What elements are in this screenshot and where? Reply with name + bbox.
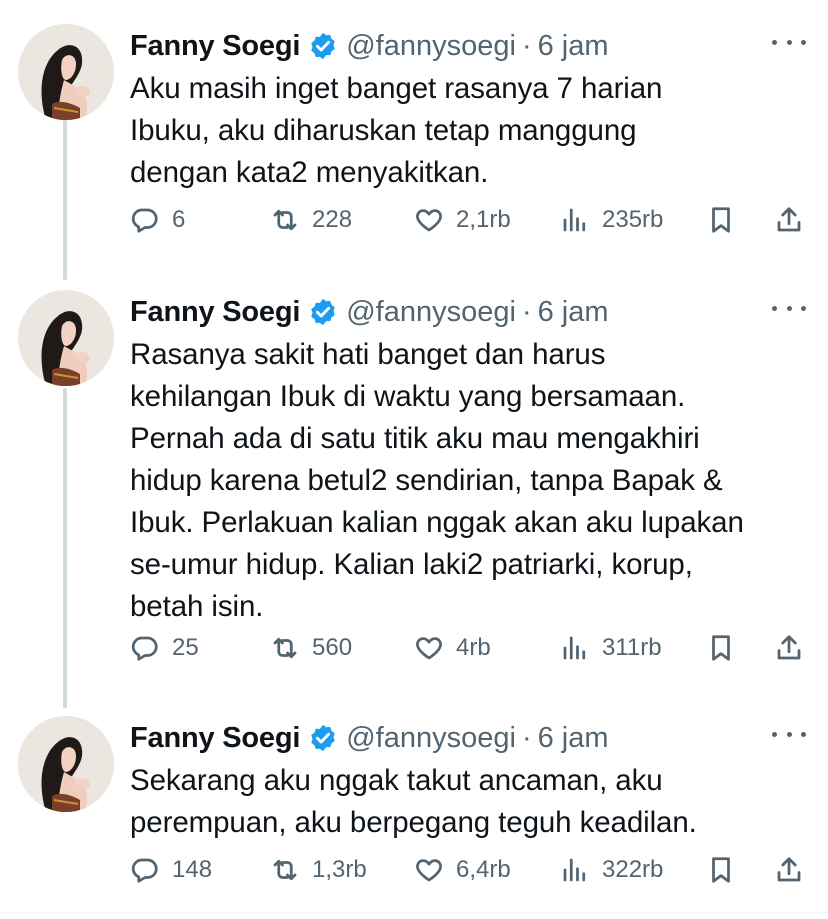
tweet-text: Sekarang aku nggak takut ancaman, aku pe… xyxy=(130,764,697,839)
like-icon xyxy=(416,859,442,882)
verified-badge-icon xyxy=(308,297,338,327)
retweet-button[interactable]: 1,3rb xyxy=(270,850,367,890)
reply-button[interactable]: 6 xyxy=(130,200,185,240)
reply-button[interactable]: 25 xyxy=(130,628,199,668)
divider xyxy=(0,912,828,913)
display-name[interactable]: Fanny Soegi xyxy=(130,30,300,63)
timestamp[interactable]: 6 jam xyxy=(538,30,609,63)
separator-dot: · xyxy=(521,295,532,328)
avatar[interactable] xyxy=(18,716,114,812)
views-button[interactable]: 322rb xyxy=(560,850,663,890)
share-icon xyxy=(777,857,801,882)
retweet-count: 1,3rb xyxy=(312,856,367,883)
handle[interactable]: @fannysoegi xyxy=(346,722,516,755)
bookmark-icon xyxy=(712,857,730,883)
share-icon xyxy=(777,635,801,660)
retweet-icon xyxy=(273,209,297,231)
retweet-count: 228 xyxy=(312,206,353,233)
tweet[interactable]: Fanny Soegi @fannysoegi · 6 jam Aku masi… xyxy=(0,24,828,254)
views-icon xyxy=(563,636,586,660)
share-button[interactable] xyxy=(774,628,804,668)
share-button[interactable] xyxy=(774,200,804,240)
tweet[interactable]: Fanny Soegi @fannysoegi · 6 jam Sekarang… xyxy=(0,716,828,906)
like-icon xyxy=(416,637,442,660)
retweet-count: 560 xyxy=(312,634,353,661)
views-count: 322rb xyxy=(602,856,664,883)
action-bar: 25 560 4rb 311rb xyxy=(130,628,810,668)
timestamp[interactable]: 6 jam xyxy=(538,296,609,329)
like-button[interactable]: 4rb xyxy=(414,628,491,668)
reply-count: 6 xyxy=(172,206,186,233)
tweet-header: Fanny Soegi @fannysoegi · 6 jam xyxy=(130,718,609,758)
views-count: 311rb xyxy=(602,634,662,661)
reply-icon xyxy=(131,636,158,661)
display-name[interactable]: Fanny Soegi xyxy=(130,296,300,329)
tweet-header: Fanny Soegi @fannysoegi · 6 jam xyxy=(130,292,609,332)
views-count: 235rb xyxy=(602,206,664,233)
like-icon xyxy=(416,209,442,232)
retweet-button[interactable]: 228 xyxy=(270,200,352,240)
like-count: 4rb xyxy=(456,634,491,661)
views-icon xyxy=(563,858,586,882)
reply-icon xyxy=(131,858,158,883)
retweet-icon xyxy=(273,859,297,881)
views-button[interactable]: 311rb xyxy=(560,628,662,668)
verified-badge-icon xyxy=(308,31,338,61)
bookmark-button[interactable] xyxy=(706,850,736,890)
tweet-text: Aku masih inget banget rasanya 7 harian … xyxy=(130,72,663,189)
action-bar: 6 228 2,1rb 235rb xyxy=(130,200,810,240)
bookmark-icon xyxy=(712,207,730,233)
like-button[interactable]: 6,4rb xyxy=(414,850,511,890)
separator-dot: · xyxy=(521,721,532,754)
retweet-icon xyxy=(273,637,297,659)
like-button[interactable]: 2,1rb xyxy=(414,200,511,240)
tweet[interactable]: Fanny Soegi @fannysoegi · 6 jam Rasanya … xyxy=(0,290,828,680)
tweet-text: Rasanya sakit hati banget dan harus kehi… xyxy=(130,338,744,623)
verified-badge-icon xyxy=(308,723,338,753)
handle[interactable]: @fannysoegi xyxy=(346,30,516,63)
reply-button[interactable]: 148 xyxy=(130,850,212,890)
more-icon[interactable] xyxy=(772,722,806,746)
share-button[interactable] xyxy=(774,850,804,890)
views-icon xyxy=(563,208,586,232)
reply-icon xyxy=(131,208,158,233)
tweet-header: Fanny Soegi @fannysoegi · 6 jam xyxy=(130,26,609,66)
separator-dot: · xyxy=(521,29,532,62)
bookmark-icon xyxy=(712,635,730,661)
reply-count: 148 xyxy=(172,856,213,883)
more-icon[interactable] xyxy=(772,30,806,54)
more-icon[interactable] xyxy=(772,296,806,320)
like-count: 6,4rb xyxy=(456,856,511,883)
views-button[interactable]: 235rb xyxy=(560,200,663,240)
timestamp[interactable]: 6 jam xyxy=(538,722,609,755)
avatar[interactable] xyxy=(18,290,114,386)
like-count: 2,1rb xyxy=(456,206,511,233)
handle[interactable]: @fannysoegi xyxy=(346,296,516,329)
retweet-button[interactable]: 560 xyxy=(270,628,352,668)
avatar[interactable] xyxy=(18,24,114,120)
bookmark-button[interactable] xyxy=(706,628,736,668)
display-name[interactable]: Fanny Soegi xyxy=(130,722,300,755)
action-bar: 148 1,3rb 6,4rb 322rb xyxy=(130,850,810,890)
bookmark-button[interactable] xyxy=(706,200,736,240)
share-icon xyxy=(777,207,801,232)
reply-count: 25 xyxy=(172,634,199,661)
